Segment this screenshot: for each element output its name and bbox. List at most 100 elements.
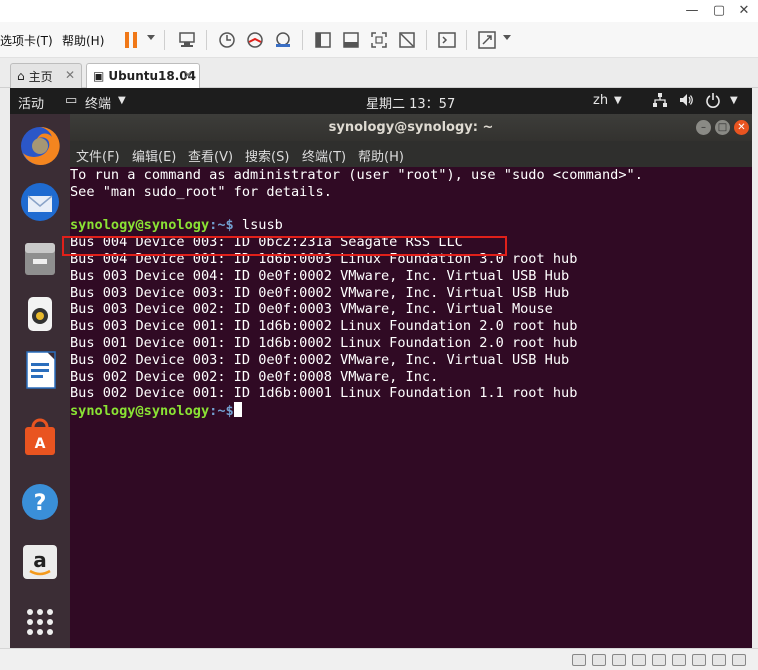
libreoffice-writer-icon[interactable] (16, 346, 64, 394)
menu-edit[interactable]: 编辑(E) (132, 146, 176, 165)
printer-icon[interactable] (672, 654, 686, 666)
toolbar-divider (466, 30, 467, 50)
terminal-app-icon: ▭ (65, 93, 78, 108)
power-icon[interactable] (705, 92, 721, 112)
terminal-menubar: 文件(F) 编辑(E) 查看(V) 搜索(S) 终端(T) 帮助(H) (70, 141, 752, 167)
tab-close-icon[interactable]: ✕ (65, 68, 75, 82)
cd-rom-icon[interactable] (592, 654, 606, 666)
minimize-icon[interactable]: — (678, 2, 706, 20)
highlight-annotation (62, 236, 507, 256)
pause-dropdown-icon[interactable] (147, 35, 155, 40)
output-line: Bus 003 Device 003: ID 0e0f:0002 VMware,… (70, 284, 570, 301)
language-indicator[interactable]: zh (593, 93, 608, 108)
vmware-frame (0, 88, 10, 648)
files-icon[interactable] (16, 234, 64, 282)
output-line: Bus 003 Device 002: ID 0e0f:0003 VMware,… (70, 301, 553, 318)
app-menu-caret-icon: ▼ (118, 95, 126, 106)
messages-icon[interactable] (712, 654, 726, 666)
toolbar-divider (426, 30, 427, 50)
app-menu[interactable]: 终端 (85, 93, 111, 112)
maximize-icon[interactable]: ▢ (705, 2, 733, 20)
vm-icon: ▣ (93, 69, 105, 83)
display-icon[interactable] (692, 654, 706, 666)
vmware-tabbar: ⌂ 主页 ✕ ▣ Ubuntu18.04 ✕ (0, 58, 758, 88)
vmware-statusbar (0, 648, 758, 670)
show-applications-icon[interactable] (16, 598, 64, 646)
prompt-line: synology@synology:~$ (70, 402, 242, 420)
clock[interactable]: 星期二 13：57 (366, 93, 455, 112)
intro-line: See "man sudo_root" for details. (70, 183, 332, 200)
full-screen-icon[interactable] (366, 28, 392, 52)
text-cursor (233, 402, 242, 418)
thunderbird-icon[interactable] (16, 178, 64, 226)
menu-tabs[interactable]: 选项卡(T) (0, 32, 53, 49)
prompt-path: :~$ (209, 403, 234, 420)
terminal-window[interactable]: synology@synology: ~ – □ ✕ 文件(F) 编辑(E) 查… (70, 114, 752, 648)
gnome-topbar: 活动 ▭ 终端 ▼ 星期二 13：57 zh ▼ ▼ (10, 88, 752, 114)
ubuntu-dock: A ? a (10, 114, 70, 648)
prompt-path: :~$ (209, 217, 234, 234)
toolbar-divider (164, 30, 165, 50)
ubuntu-software-icon[interactable]: A (16, 414, 64, 462)
output-line: Bus 003 Device 004: ID 0e0f:0002 VMware,… (70, 267, 570, 284)
terminal-titlebar[interactable]: synology@synology: ~ – □ ✕ (70, 114, 752, 141)
usb-device-icon[interactable] (632, 654, 646, 666)
prompt-user: synology@synology (70, 403, 210, 420)
language-caret-icon: ▼ (614, 95, 622, 106)
snapshot-manager-icon[interactable] (270, 28, 296, 52)
output-line: Bus 001 Device 001: ID 1d6b:0002 Linux F… (70, 335, 578, 351)
menu-file[interactable]: 文件(F) (76, 146, 120, 165)
system-menu-caret-icon: ▼ (730, 95, 738, 106)
menu-search[interactable]: 搜索(S) (245, 146, 289, 165)
output-line: Bus 002 Device 003: ID 0e0f:0002 VMware,… (70, 351, 570, 368)
revert-snapshot-icon[interactable] (242, 28, 268, 52)
close-window-icon[interactable]: ✕ (734, 120, 749, 135)
output-line: Bus 002 Device 001: ID 1d6b:0001 Linux F… (70, 385, 578, 402)
menu-terminal[interactable]: 终端(T) (302, 146, 346, 165)
help-icon[interactable]: ? (16, 478, 64, 526)
output-line: Bus 002 Device 002: ID 0e0f:0008 VMware,… (70, 368, 439, 385)
menu-help[interactable]: 帮助(H) (358, 146, 404, 165)
vmware-frame (752, 88, 758, 648)
snapshot-icon[interactable] (214, 28, 240, 52)
volume-icon[interactable] (678, 92, 694, 112)
close-icon[interactable]: ✕ (730, 2, 758, 20)
send-ctrl-alt-del-icon[interactable] (174, 28, 200, 52)
network-icon[interactable] (652, 92, 668, 112)
thumbnail-bar-icon[interactable] (338, 28, 364, 52)
firefox-icon[interactable] (16, 122, 64, 170)
vmware-titlebar: — ▢ ✕ (0, 0, 758, 22)
toolbar-divider (302, 30, 303, 50)
tab-close-icon[interactable]: ✕ (183, 68, 193, 82)
svg-text:a: a (33, 548, 47, 572)
sound-card-icon[interactable] (652, 654, 666, 666)
amazon-icon[interactable]: a (16, 538, 64, 586)
hard-disk-icon[interactable] (572, 654, 586, 666)
menu-view[interactable]: 查看(V) (188, 146, 233, 165)
terminal-title: synology@synology: ~ (328, 120, 494, 135)
command-line: synology@synology:~$ lsusb (70, 217, 283, 234)
home-icon: ⌂ (17, 69, 25, 83)
output-line: Bus 003 Device 001: ID 1d6b:0002 Linux F… (70, 318, 578, 335)
seagate-usb-icon[interactable] (732, 654, 746, 666)
stretch-guest-icon[interactable] (474, 28, 500, 52)
network-adapter-icon[interactable] (612, 654, 626, 666)
minimize-window-icon[interactable]: – (696, 120, 711, 135)
prompt-user: synology@synology (70, 217, 210, 234)
pause-icon[interactable] (118, 28, 144, 52)
activities-button[interactable]: 活动 (18, 93, 44, 112)
console-view-icon[interactable] (434, 28, 460, 52)
stretch-dropdown-icon[interactable] (503, 35, 511, 40)
tab-home[interactable]: ⌂ 主页 ✕ (10, 63, 82, 88)
toolbar-divider (206, 30, 207, 50)
menu-help[interactable]: 帮助(H) (62, 32, 104, 49)
maximize-window-icon[interactable]: □ (715, 120, 730, 135)
tab-ubuntu[interactable]: ▣ Ubuntu18.04 ✕ (86, 63, 200, 88)
unity-mode-icon[interactable] (394, 28, 420, 52)
rhythmbox-icon[interactable] (16, 290, 64, 338)
show-library-icon[interactable] (310, 28, 336, 52)
vmware-menubar: 选项卡(T) 帮助(H) (0, 22, 758, 58)
intro-line: To run a command as administrator (user … (70, 167, 643, 183)
svg-text:?: ? (34, 491, 47, 516)
vm-display[interactable]: 活动 ▭ 终端 ▼ 星期二 13：57 zh ▼ ▼ A ? a synolog… (10, 88, 752, 648)
